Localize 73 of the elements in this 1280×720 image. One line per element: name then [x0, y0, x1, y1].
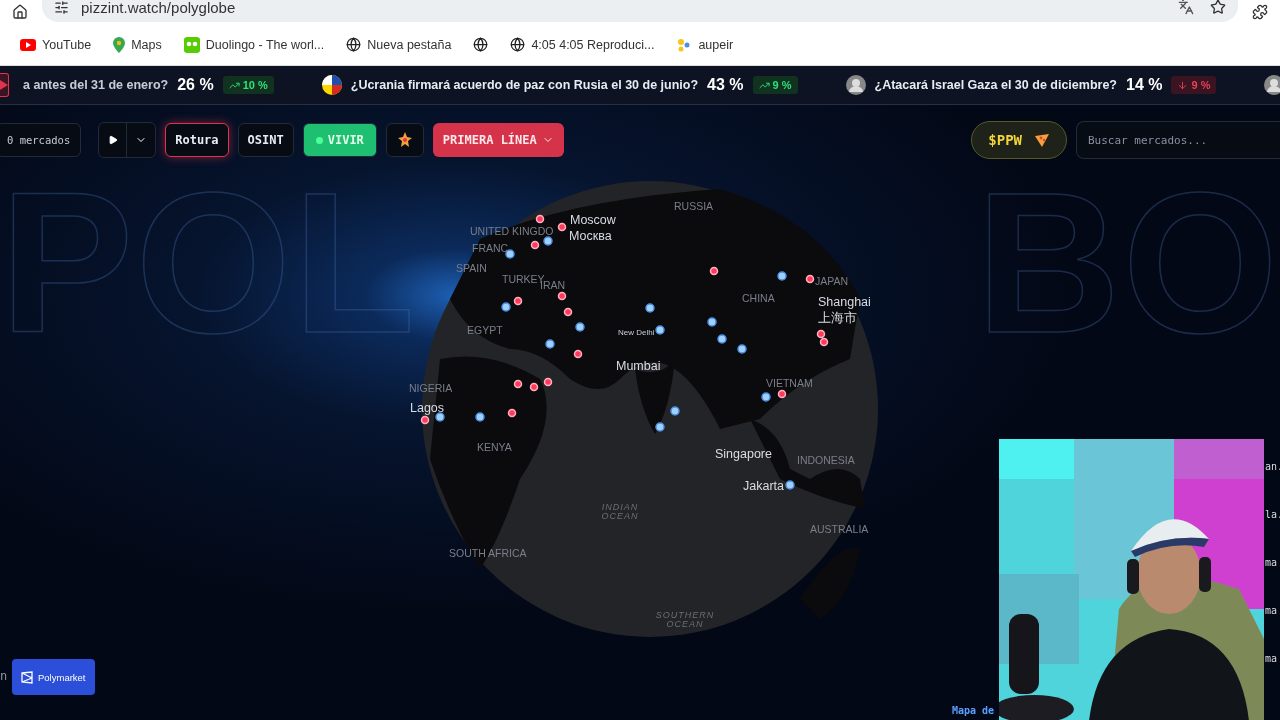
map-label: VIETNAM [766, 378, 813, 389]
change-badge: 9 % [1171, 76, 1217, 94]
bookmark[interactable]: 4:05 4:05 Reproduci... [510, 37, 655, 52]
market-count: 0 mercados [0, 123, 82, 157]
map-label: RUSSIA [674, 201, 714, 212]
youtube-icon [20, 38, 36, 51]
mode-tab[interactable]: OSINT [237, 123, 294, 157]
cut-off-text: ma [1265, 605, 1278, 616]
map-label: Jakarta [743, 480, 784, 493]
url-text: pizzint.watch/polyglobe [81, 0, 236, 16]
bookmark[interactable]: Maps [113, 36, 162, 53]
globe-icon [473, 37, 489, 52]
market-percent: 14 % [1126, 76, 1163, 94]
map-label: KENYA [477, 442, 512, 453]
search-field[interactable]: Buscar mercados... [1076, 121, 1280, 159]
play-icon [107, 135, 118, 145]
bookmark[interactable]: aupeir [676, 36, 734, 53]
polymarket-button[interactable]: Polymarket [12, 659, 95, 695]
map-label: Singapore [715, 448, 772, 461]
map-label: New Delhi [618, 329, 655, 337]
bookmark[interactable] [473, 37, 489, 52]
market-question[interactable]: ¿Ucrania firmará acuerdo de paz con Rusia el 30 de junio? [350, 78, 699, 92]
globe-icon [510, 37, 526, 52]
change-badge: 9 % [752, 76, 798, 94]
map-label: 上海市 [818, 312, 857, 325]
bookmark-star-icon[interactable] [1210, 0, 1226, 15]
change-badge: 10 % [222, 76, 274, 94]
map-label: Lagos [410, 402, 445, 415]
mode-tab[interactable]: Rotura [165, 123, 229, 157]
map-pin-icon [113, 36, 126, 53]
flag-avatar-icon [321, 75, 342, 95]
extensions-icon[interactable] [1252, 4, 1268, 20]
market-percent: 26 % [177, 76, 214, 94]
token-button[interactable]: $PPW [971, 121, 1067, 159]
address-bar[interactable]: pizzint.watch/polyglobe [42, 0, 1238, 22]
map-label: Moscow [570, 214, 616, 227]
cut-off-text: ma [1265, 557, 1278, 568]
avatar-icon [845, 75, 866, 95]
map-label: Москва [569, 230, 612, 243]
arrow-down-icon [1177, 79, 1189, 91]
map-label: SOUTH AFRICA [449, 548, 527, 559]
cut-off-text: la. [1265, 509, 1280, 520]
effects-button[interactable] [385, 123, 424, 157]
ticker-play-button[interactable] [0, 73, 9, 97]
map-label: Mumbai [616, 360, 661, 373]
cut-off-text: an. [1265, 461, 1280, 472]
polymarket-logo-icon [21, 670, 33, 684]
frontline-dropdown[interactable]: PRIMERA LÍNEA [432, 123, 564, 157]
map-label: SOUTHERN OCEAN [655, 611, 715, 629]
map-label: AUSTRALIA [810, 524, 869, 535]
cut-off-text: ma [1265, 653, 1278, 664]
market-question[interactable]: ¿Atacará Israel Gaza el 30 de diciembre? [874, 78, 1117, 92]
globe-icon [346, 37, 362, 52]
site-settings-icon[interactable] [54, 0, 69, 15]
map-label: INDONESIA [797, 455, 855, 466]
map-label: NIGERIA [409, 383, 453, 394]
cut-off-text: n [0, 669, 8, 683]
home-icon[interactable] [12, 4, 28, 20]
market-question[interactable]: a antes del 31 de enero? [23, 78, 169, 92]
avatar-icon [1264, 75, 1280, 95]
bookmark[interactable]: Duolingo - The worl... [183, 36, 325, 53]
owl-icon [183, 36, 200, 53]
bookmark[interactable]: Nueva pestaña [346, 37, 452, 52]
translate-icon[interactable] [1178, 0, 1194, 15]
map-label: INDIAN OCEAN [600, 503, 640, 521]
pizza-slice-icon [1034, 132, 1050, 148]
map-label: JAPAN [815, 276, 849, 287]
map-link[interactable]: Mapa de [952, 705, 995, 716]
map-label: EGYPT [467, 325, 503, 336]
bookmark[interactable]: YouTube [20, 37, 92, 52]
map-label: CHINA [742, 293, 775, 304]
market-percent: 43 % [707, 76, 744, 94]
map-label: Shanghai [818, 296, 871, 309]
